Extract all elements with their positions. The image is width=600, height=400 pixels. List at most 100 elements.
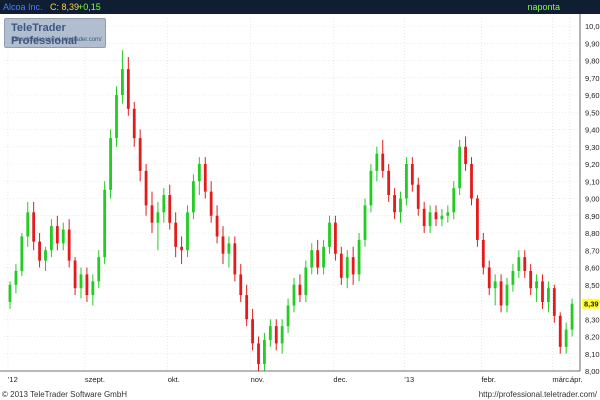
candle-up xyxy=(399,191,402,223)
candle-body xyxy=(233,243,237,275)
candle-body xyxy=(162,195,166,213)
y-tick-label: 9,60 xyxy=(585,91,600,100)
candle-body xyxy=(268,326,272,340)
candle-body xyxy=(570,303,574,330)
candle-down xyxy=(470,157,473,206)
y-tick-label: 8,70 xyxy=(585,246,600,255)
x-tick-label: szept. xyxy=(85,375,105,384)
candle-up xyxy=(369,164,373,213)
candle-body xyxy=(399,198,402,213)
candle-body xyxy=(452,188,456,213)
candle-body xyxy=(476,198,479,240)
candle-down xyxy=(434,205,438,227)
candle-body xyxy=(150,205,154,223)
y-tick-label: 9,90 xyxy=(585,39,600,48)
last-price-label: 8,39 xyxy=(584,300,599,309)
candle-body xyxy=(192,181,195,213)
candle-body xyxy=(245,295,249,320)
candle-up xyxy=(227,236,231,268)
candle-down xyxy=(387,164,391,202)
candle-body xyxy=(121,69,124,95)
candle-down xyxy=(523,250,527,278)
x-tick-label: febr. xyxy=(481,375,496,384)
candle-up xyxy=(286,298,290,334)
candle-body xyxy=(428,212,432,227)
candle-body xyxy=(286,305,290,327)
candle-up xyxy=(446,205,450,223)
candle-down xyxy=(410,157,414,192)
y-tick-label: 8,20 xyxy=(585,333,600,342)
y-tick-label: 9,20 xyxy=(585,160,600,169)
close-price-label: C: 8,39 xyxy=(50,2,80,12)
y-tick-label: 9,80 xyxy=(585,57,600,66)
candle-up xyxy=(263,333,266,371)
x-tick-label: dec. xyxy=(333,375,347,384)
candle-body xyxy=(85,274,89,296)
candle-body xyxy=(422,208,426,227)
candle-body xyxy=(227,243,231,254)
candle-down xyxy=(251,308,254,351)
candle-body xyxy=(434,212,438,220)
y-tick-label: 9,00 xyxy=(585,195,600,204)
candle-down xyxy=(316,239,320,275)
candle-down xyxy=(32,201,36,251)
y-tick-label: 8,00 xyxy=(585,367,600,376)
candle-body xyxy=(138,138,142,171)
x-tick-label: okt. xyxy=(168,375,180,384)
candle-body xyxy=(310,250,314,268)
candle-body xyxy=(558,315,562,347)
candle-down xyxy=(215,205,219,244)
candle-down xyxy=(126,57,130,116)
candle-up xyxy=(564,322,568,354)
y-tick-label: 8,90 xyxy=(585,212,600,221)
candle-body xyxy=(298,284,302,296)
candle-up xyxy=(505,277,509,313)
candle-body xyxy=(511,270,515,285)
candle-up xyxy=(162,188,166,223)
candle-body xyxy=(541,281,544,302)
candle-body xyxy=(387,170,391,196)
candle-body xyxy=(487,267,491,289)
copyright-text: © 2013 TeleTrader Software GmbH xyxy=(2,390,128,399)
candle-down xyxy=(168,184,172,230)
candle-down xyxy=(298,274,302,302)
candle-body xyxy=(316,250,320,268)
candle-up xyxy=(322,239,325,275)
candle-down xyxy=(499,274,503,313)
candle-up xyxy=(292,277,296,313)
candle-down xyxy=(138,129,142,182)
x-tick-label: '12 xyxy=(8,375,18,384)
candle-body xyxy=(67,229,71,261)
candle-down xyxy=(150,191,154,233)
candle-down xyxy=(381,139,385,178)
candle-body xyxy=(55,226,59,244)
candle-down xyxy=(73,257,77,296)
candle-up xyxy=(547,281,550,313)
candle-up xyxy=(517,250,521,278)
candle-up xyxy=(493,274,497,306)
candle-down xyxy=(529,264,533,296)
candle-body xyxy=(405,164,408,199)
candle-up xyxy=(458,139,462,196)
candle-body xyxy=(203,164,207,192)
candle-body xyxy=(393,195,396,213)
candle-up xyxy=(197,157,201,196)
candle-up xyxy=(14,264,18,294)
candle-down xyxy=(67,219,71,268)
footer-link[interactable]: http://professional.teletrader.com/ xyxy=(479,389,597,400)
candle-body xyxy=(375,153,379,171)
candle-up xyxy=(535,274,538,302)
candle-down xyxy=(239,264,243,302)
candlestick-chart[interactable]: 10,00 9,90 9,80 9,70 9,60 9,50 9,40 9,30 9,20 9,1… xyxy=(0,14,600,389)
candle-up xyxy=(115,86,118,147)
x-tick-label: '13 xyxy=(404,375,414,384)
candle-body xyxy=(144,170,148,206)
candle-up xyxy=(97,250,101,289)
candle-body xyxy=(168,195,172,223)
candle-body xyxy=(239,274,243,296)
price-change-label: +0,15 xyxy=(78,2,101,12)
candle-down xyxy=(85,267,89,302)
candle-body xyxy=(363,205,367,240)
candle-body xyxy=(8,284,12,302)
period-label[interactable]: naponta xyxy=(527,1,560,13)
